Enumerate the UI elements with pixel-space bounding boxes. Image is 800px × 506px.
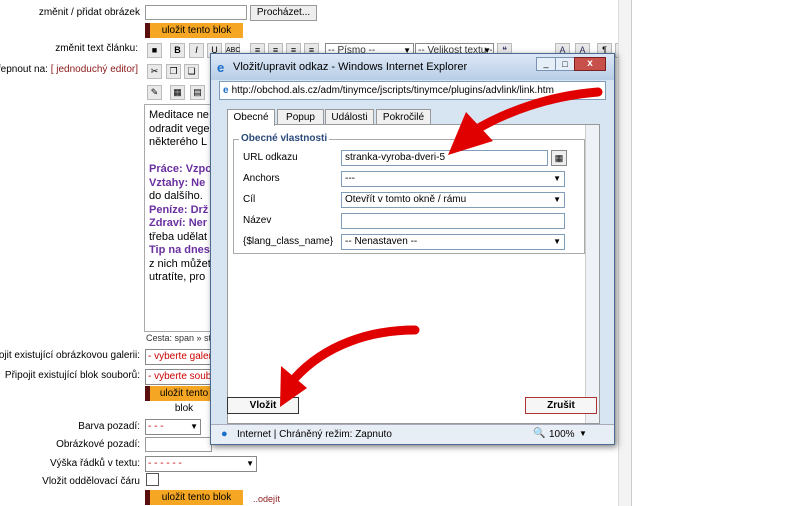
annotation-arrows bbox=[280, 87, 603, 407]
arrow-to-insert bbox=[290, 325, 420, 383]
tab-general[interactable]: Obecné bbox=[227, 109, 275, 126]
arrow-to-url bbox=[467, 87, 603, 137]
arrow-to-url-head bbox=[448, 112, 493, 155]
